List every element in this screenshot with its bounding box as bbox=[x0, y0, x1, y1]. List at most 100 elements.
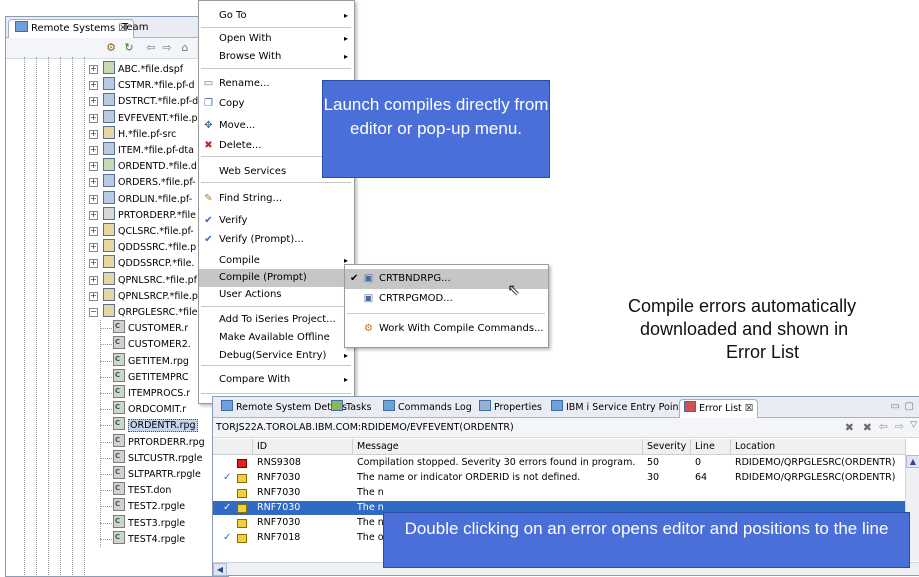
forward-arrow-icon[interactable]: ⇨ bbox=[160, 41, 174, 55]
scroll-up-icon[interactable]: ▲ bbox=[906, 455, 919, 468]
tab-commands-log[interactable]: Commands Log bbox=[383, 399, 472, 417]
expand-icon[interactable]: + bbox=[89, 81, 98, 91]
menu-item-verify-prompt[interactable]: ✔ Verify (Prompt)... bbox=[199, 231, 354, 249]
tree-item-label: DSTRCT.*file.pf-d bbox=[118, 96, 199, 108]
tree-member[interactable]: SLTCUSTR.rpgle bbox=[113, 448, 202, 466]
expand-icon[interactable]: + bbox=[89, 194, 98, 204]
expand-icon[interactable]: + bbox=[89, 97, 98, 107]
callout-launch-compiles: Launch compiles directly from editor or … bbox=[322, 80, 550, 178]
remove-icon[interactable]: ✖ bbox=[845, 421, 854, 434]
minimize-icon[interactable]: ▭ bbox=[891, 401, 900, 412]
tab-team[interactable]: Team bbox=[116, 19, 154, 37]
expand-icon[interactable]: + bbox=[89, 129, 98, 139]
menu-item-compare-with[interactable]: Compare With ▸ bbox=[199, 371, 354, 389]
tree-member[interactable]: PRTORDERR.rpg bbox=[113, 432, 205, 450]
menu-item-add-to-iseries-project[interactable]: Add To iSeries Project... bbox=[199, 311, 354, 329]
menu-item-debug-service-entry[interactable]: Debug(Service Entry) ▸ bbox=[199, 347, 354, 365]
tree-member[interactable]: TEST3.rpgle bbox=[113, 513, 185, 531]
fixed-check-icon: ✓ bbox=[223, 502, 232, 513]
menu-item-browse-with[interactable]: Browse With ▸ bbox=[199, 48, 354, 66]
col-severity[interactable]: Severity bbox=[643, 439, 691, 455]
expand-icon[interactable]: + bbox=[89, 65, 98, 74]
rpg-member-icon bbox=[113, 480, 125, 496]
tree-member-label: CUSTOMER.r bbox=[128, 323, 189, 335]
tree-member[interactable]: ITEMPROCS.r bbox=[113, 383, 190, 401]
tree-member[interactable]: ORDCOMIT.r bbox=[113, 399, 186, 417]
tree-item-content: QPNLSRCP.*file.p bbox=[103, 287, 198, 305]
expand-icon[interactable]: + bbox=[89, 259, 98, 269]
filter-icon[interactable]: ⚙ bbox=[104, 41, 118, 55]
collapse-icon[interactable]: − bbox=[89, 308, 98, 317]
file-icon bbox=[103, 142, 115, 155]
tree-member[interactable]: CUSTOMER2. bbox=[113, 334, 191, 352]
menu-item-make-available-offline[interactable]: Make Available Offline bbox=[199, 329, 354, 347]
expand-icon[interactable]: + bbox=[89, 162, 98, 172]
error-row[interactable]: ✓ RNF7030 The name or indicator ORDERID is… bbox=[213, 471, 918, 485]
tree-member[interactable]: ORDENTR.rpg bbox=[113, 415, 198, 433]
tab-error-list[interactable]: Error List ☒ bbox=[679, 399, 759, 418]
tree-member[interactable]: TEST2.rpgle bbox=[113, 496, 185, 514]
tree-guide bbox=[48, 57, 49, 577]
col-id[interactable]: ID bbox=[253, 439, 353, 455]
col-message[interactable]: Message bbox=[353, 439, 643, 455]
tree-member[interactable]: GETITEMPRC bbox=[113, 367, 188, 385]
tab-tasks[interactable]: Tasks bbox=[331, 399, 371, 417]
menu-item-user-actions[interactable]: User Actions▸ bbox=[199, 286, 354, 304]
menu-item-label: Compile (Prompt) bbox=[219, 272, 307, 283]
menu-item-verify[interactable]: ✔ Verify bbox=[199, 212, 354, 230]
expand-icon[interactable]: + bbox=[89, 146, 98, 155]
expand-icon[interactable]: + bbox=[89, 291, 98, 301]
tree-member[interactable]: CUSTOMER.r bbox=[113, 318, 189, 336]
view-menu-icon[interactable]: ▽ bbox=[910, 420, 917, 430]
expand-icon[interactable]: + bbox=[89, 113, 98, 123]
expand-icon[interactable]: + bbox=[89, 210, 98, 220]
error-row[interactable]: RNF7030 The n bbox=[213, 486, 918, 500]
cell-severity: 30 bbox=[647, 472, 660, 483]
menu-item-find-string[interactable]: ✎ Find String... bbox=[199, 190, 354, 208]
tree-connector bbox=[100, 538, 112, 540]
expand-icon[interactable]: + bbox=[89, 227, 98, 236]
remove-all-icon[interactable]: ✖ bbox=[863, 421, 872, 434]
note-line-3: Error List bbox=[726, 342, 800, 362]
error-row[interactable]: RNS9308 Compilation stopped. Severity 30 … bbox=[213, 456, 918, 470]
scroll-left-icon[interactable]: ◀ bbox=[213, 563, 227, 576]
tree-member[interactable]: TEST4.rpgle bbox=[113, 529, 185, 547]
refresh-icon[interactable]: ↻ bbox=[122, 41, 136, 55]
tree-item-label: ABC.*file.dspf bbox=[118, 64, 184, 75]
submenu-arrow-icon: ▸ bbox=[343, 11, 348, 20]
col-line[interactable]: Line bbox=[691, 439, 731, 455]
find-icon: ✎ bbox=[204, 193, 213, 204]
cell-location: RDIDEMO/QRPGLESRC(ORDENTR) bbox=[735, 457, 896, 468]
tree-member[interactable]: GETITEM.rpg bbox=[113, 351, 189, 369]
menu-item-compile-prompt[interactable]: Compile (Prompt)▸ bbox=[199, 269, 354, 287]
tab-ibm-i-service-entry-points[interactable]: IBM i Service Entry Points bbox=[551, 399, 687, 417]
menu-item-go-to[interactable]: Go To ▸ bbox=[199, 7, 354, 25]
source-file-icon bbox=[103, 125, 115, 139]
expand-icon[interactable]: + bbox=[89, 178, 98, 188]
tree-item-label: QDDSSRCP.*file. bbox=[118, 258, 195, 270]
col-location[interactable]: Location bbox=[731, 439, 906, 455]
expand-icon[interactable]: + bbox=[89, 243, 98, 253]
previous-error-icon[interactable]: ⇦ bbox=[879, 420, 888, 433]
menu-item-open-with[interactable]: Open With ▸ bbox=[199, 30, 354, 48]
tab-properties[interactable]: Properties bbox=[479, 399, 542, 417]
maximize-icon[interactable]: ▢ bbox=[905, 401, 914, 412]
tree-member[interactable]: TEST.don bbox=[113, 480, 171, 498]
expand-icon[interactable]: + bbox=[89, 275, 98, 285]
rpg-member-icon bbox=[113, 496, 125, 512]
next-error-icon[interactable]: ⇨ bbox=[895, 420, 904, 433]
menu-separator bbox=[347, 313, 545, 314]
tree-member[interactable]: SLTPARTR.rpgle bbox=[113, 464, 201, 482]
menu-item-compile[interactable]: Compile ▸ bbox=[199, 252, 354, 270]
tree-item-label: ORDLIN.*file.pf- bbox=[118, 193, 193, 205]
submenu-item-label: CRTRPGMOD... bbox=[379, 293, 453, 304]
tree-guide bbox=[84, 57, 85, 577]
note-line-2: downloaded and shown in bbox=[640, 319, 849, 339]
submenu-item-work-with-compile-commands[interactable]: ⚙ Work With Compile Commands... bbox=[345, 319, 548, 339]
tab-remote-system-details[interactable]: Remote System Details bbox=[221, 399, 347, 417]
remote-systems-icon bbox=[15, 21, 28, 32]
back-arrow-icon[interactable]: ⇦ bbox=[144, 41, 158, 55]
home-icon[interactable]: ⌂ bbox=[178, 41, 192, 55]
source-file-icon bbox=[103, 287, 115, 301]
cell-id: RNF7030 bbox=[257, 502, 301, 513]
